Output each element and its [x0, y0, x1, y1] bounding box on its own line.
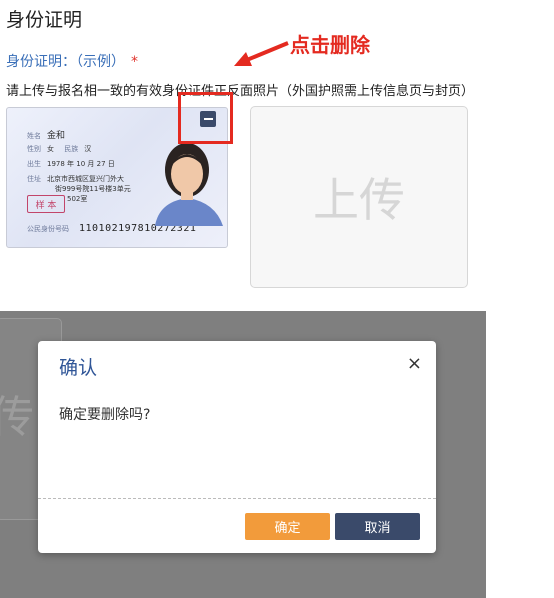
card-id-number-label: 公民身份号码: [27, 225, 69, 233]
annotation-arrow-icon: [234, 41, 289, 66]
card-name-row: 姓名 金和: [27, 128, 65, 141]
annotation-label: 点击删除: [290, 33, 370, 57]
card-address-line-1: 北京市西城区复兴门外大: [47, 175, 124, 183]
card-address-row-3: 502室: [67, 194, 87, 204]
card-name-label: 姓名: [27, 132, 41, 140]
card-birth-label: 出生: [27, 160, 41, 168]
card-birth-row: 出生 1978 年 10 月 27 日: [27, 159, 115, 169]
id-proof-label: 身份证明：（示例） *: [6, 51, 138, 71]
upload-instruction: 请上传与报名相一致的有效身份证件正反面照片（外国护照需上传信息页与封页）: [6, 84, 475, 99]
portrait-photo: [155, 143, 223, 226]
upload-back-side-box[interactable]: 上传: [250, 106, 468, 288]
card-address-label: 住址: [27, 175, 41, 183]
section-title: 身份证明: [6, 9, 83, 31]
dimmed-upload-text: 传: [0, 392, 34, 443]
card-birth-value: 1978 年 10 月 27 日: [47, 160, 115, 168]
card-ethnic-label: 民族: [64, 145, 79, 153]
dialog-message: 确定要删除吗?: [59, 407, 151, 423]
card-name-value: 金和: [47, 131, 66, 141]
dialog-divider: [38, 498, 436, 499]
dialog-title: 确认: [59, 357, 98, 379]
card-sex-value: 女: [47, 145, 54, 153]
cancel-button[interactable]: 取消: [335, 513, 420, 540]
delete-image-button[interactable]: [200, 111, 216, 127]
card-address-row: 住址 北京市西城区复兴门外大: [27, 174, 124, 184]
card-address-row-2: 街999号院11号楼3单元: [55, 184, 131, 194]
card-sex-label: 性别: [27, 145, 41, 153]
sample-seal: 样 本: [27, 195, 65, 213]
minus-icon: [203, 118, 213, 120]
card-address-line-2: 街999号院11号楼3单元: [55, 185, 131, 193]
upload-placeholder-text: 上传: [313, 173, 405, 227]
card-sex-row: 性别女 民族汉: [27, 144, 91, 154]
card-ethnic-value: 汉: [84, 145, 92, 153]
id-proof-label-text: 身份证明：（示例）: [6, 54, 125, 70]
confirm-dialog: 确认 × 确定要删除吗? 确定 取消: [38, 341, 436, 553]
required-mark: *: [131, 54, 138, 70]
close-icon[interactable]: ×: [407, 353, 422, 374]
card-address-line-3: 502室: [67, 195, 88, 203]
confirm-button[interactable]: 确定: [245, 513, 330, 540]
